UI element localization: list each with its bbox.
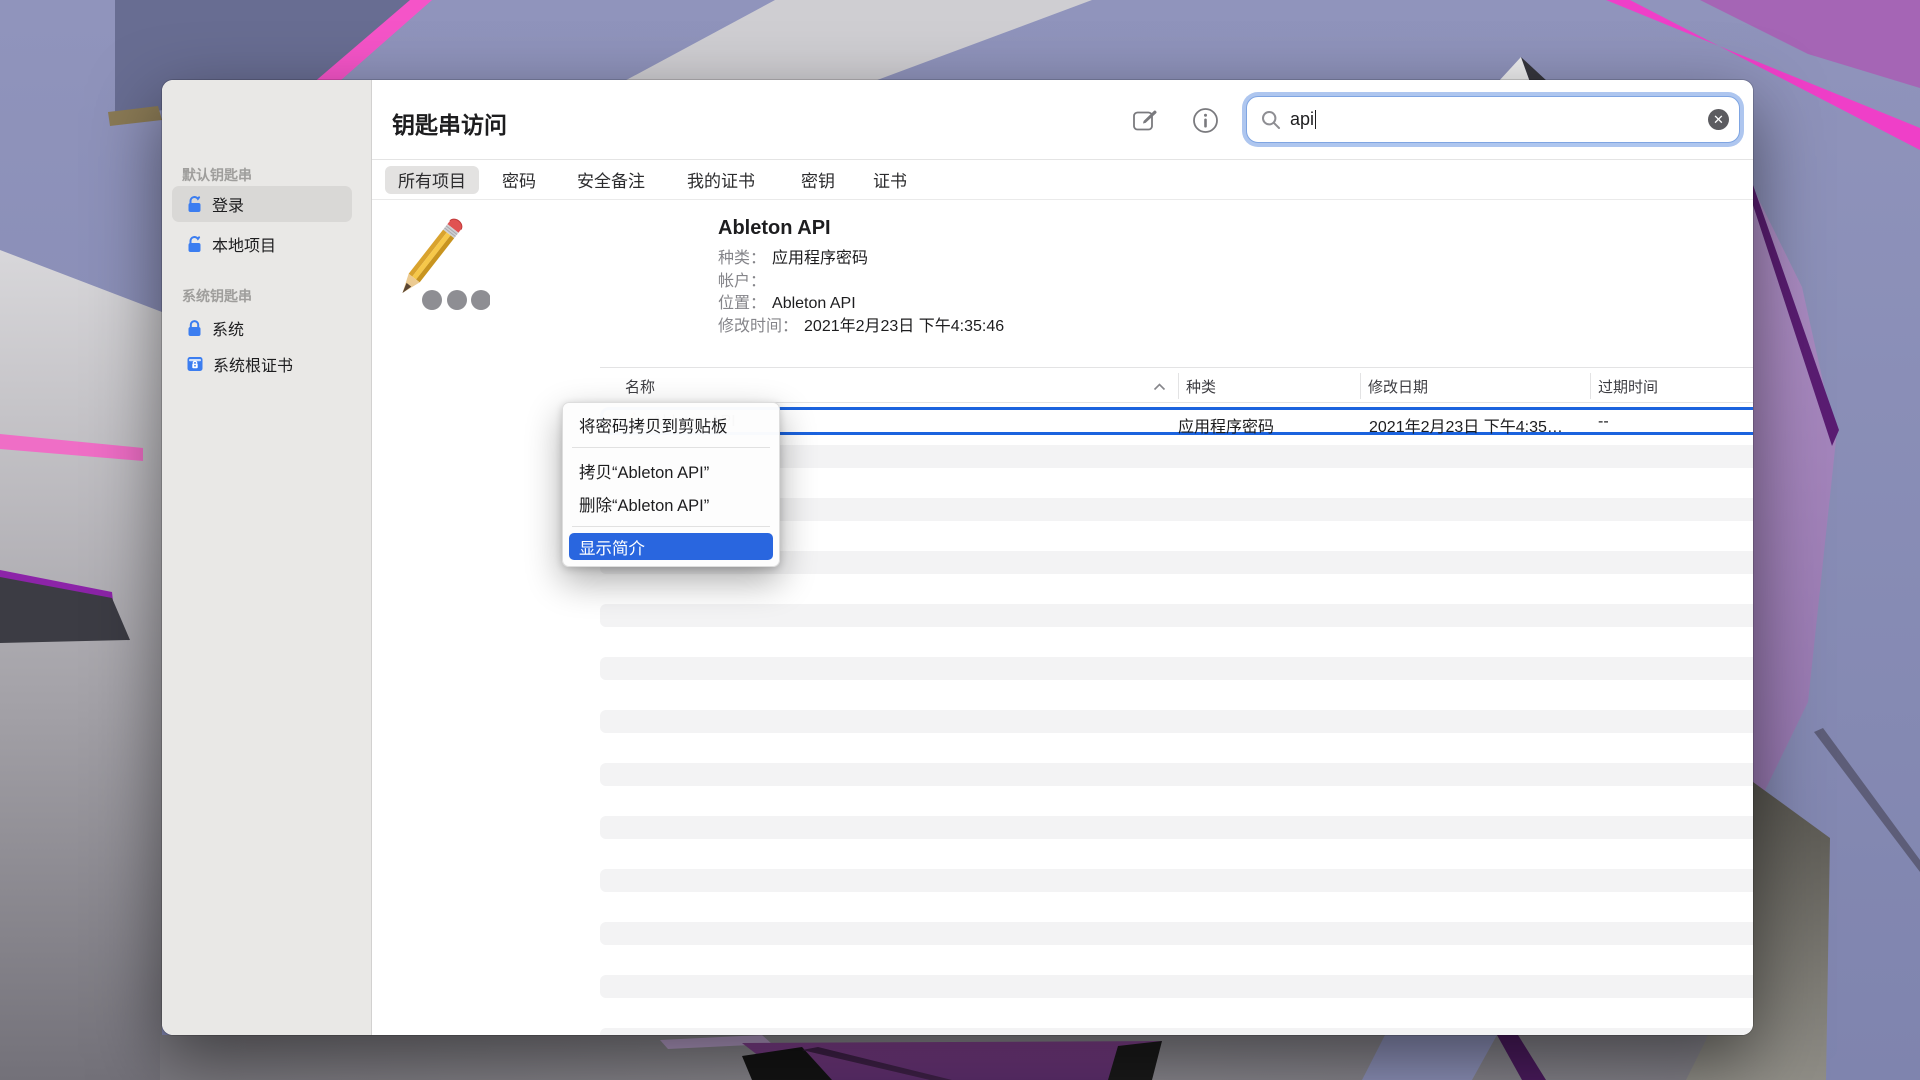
- column-divider[interactable]: [1360, 373, 1361, 399]
- attr-modified-label: 修改时间：: [718, 318, 798, 335]
- row-stripe: [600, 1028, 1753, 1035]
- item-detail-pane: Ableton API 种类： 应用程序密码 帐户： 位置： Ableton API…: [372, 200, 1753, 367]
- sort-ascending-icon: [1153, 378, 1166, 395]
- sidebar-item-system-roots[interactable]: 系统根证书: [172, 346, 352, 382]
- column-header-modified[interactable]: 修改日期: [1368, 376, 1428, 397]
- column-header-expires[interactable]: 过期时间: [1598, 376, 1658, 397]
- cell-expires: --: [1598, 413, 1609, 431]
- item-title: Ableton API: [718, 217, 831, 240]
- row-stripe: [600, 710, 1753, 733]
- application-password-pencil-icon: [390, 213, 490, 315]
- menu-item-get-info[interactable]: 显示简介: [569, 533, 773, 560]
- row-stripe: [600, 869, 1753, 892]
- column-divider[interactable]: [1590, 373, 1591, 399]
- sidebar-section-system-keychains: 系统钥匙串: [182, 286, 252, 306]
- row-stripe: [600, 763, 1753, 786]
- sidebar-item-label: 登录: [212, 192, 244, 216]
- row-stripe: [600, 657, 1753, 680]
- context-menu: 将密码拷贝到剪贴板 拷贝“Ableton API” 删除“Ableton API…: [562, 402, 780, 567]
- certificate-store-icon: [186, 355, 204, 373]
- menu-item-copy-item[interactable]: 拷贝“Ableton API”: [569, 454, 773, 487]
- sidebar-item-label: 系统: [212, 316, 244, 340]
- tab-certificates[interactable]: 证书: [860, 166, 920, 194]
- tab-keys[interactable]: 密钥: [788, 166, 848, 194]
- search-icon: [1261, 110, 1281, 130]
- sidebar-item-login[interactable]: 登录: [172, 186, 352, 222]
- keychain-access-window: 默认钥匙串 登录 本地项目 系统钥匙串 系统: [162, 80, 1753, 1035]
- attr-where-label: 位置：: [718, 295, 766, 312]
- clear-search-icon[interactable]: ✕: [1708, 109, 1729, 130]
- attr-kind-label: 种类：: [718, 250, 766, 267]
- column-header-kind[interactable]: 种类: [1186, 376, 1216, 397]
- category-tabbar: 所有项目 密码 安全备注 我的证书 密钥 证书: [372, 160, 1753, 200]
- info-icon[interactable]: [1192, 107, 1219, 134]
- toolbar: 钥匙串访问 api ✕: [372, 80, 1753, 160]
- sidebar: 默认钥匙串 登录 本地项目 系统钥匙串 系统: [162, 80, 372, 1035]
- row-stripe: [600, 975, 1753, 998]
- sidebar-item-system[interactable]: 系统: [172, 310, 352, 346]
- search-input-value[interactable]: api: [1290, 109, 1314, 130]
- cell-kind: 应用程序密码: [1178, 413, 1274, 437]
- menu-item-delete-item[interactable]: 删除“Ableton API”: [569, 487, 773, 520]
- locked-padlock-icon: [186, 319, 203, 337]
- row-stripe: [600, 922, 1753, 945]
- tab-all-items[interactable]: 所有项目: [385, 166, 479, 194]
- table-header: 名称 种类 修改日期 过期时间 钥匙串: [600, 367, 1753, 403]
- attr-where-value: Ableton API: [772, 295, 856, 312]
- row-stripe: [600, 816, 1753, 839]
- tab-passwords[interactable]: 密码: [489, 166, 549, 194]
- tab-secure-notes[interactable]: 安全备注: [564, 166, 658, 194]
- menu-separator: [572, 526, 770, 527]
- menu-item-copy-password[interactable]: 将密码拷贝到剪贴板: [569, 409, 773, 441]
- sidebar-item-local-items[interactable]: 本地项目: [172, 226, 352, 262]
- sidebar-item-label: 系统根证书: [213, 352, 293, 376]
- compose-icon[interactable]: [1132, 107, 1159, 134]
- cell-modified: 2021年2月23日 下午4:35…: [1369, 413, 1563, 437]
- unlocked-padlock-icon: [186, 195, 203, 213]
- column-header-name[interactable]: 名称: [625, 376, 655, 397]
- tab-my-certificates[interactable]: 我的证书: [674, 166, 768, 194]
- sidebar-item-label: 本地项目: [212, 232, 276, 256]
- attr-modified-value: 2021年2月23日 下午4:35:46: [804, 318, 1004, 335]
- window-title: 钥匙串访问: [392, 106, 507, 140]
- attr-account-label: 帐户：: [718, 273, 766, 290]
- attr-kind-value: 应用程序密码: [772, 250, 868, 267]
- item-attributes: 种类： 应用程序密码 帐户： 位置： Ableton API 修改时间： 2021年2…: [718, 248, 1004, 338]
- unlocked-padlock-icon: [186, 235, 203, 253]
- sidebar-section-default-keychains: 默认钥匙串: [182, 165, 252, 185]
- menu-separator: [572, 447, 770, 448]
- column-divider[interactable]: [1178, 373, 1179, 399]
- row-stripe: [600, 604, 1753, 627]
- search-field[interactable]: api ✕: [1246, 96, 1740, 143]
